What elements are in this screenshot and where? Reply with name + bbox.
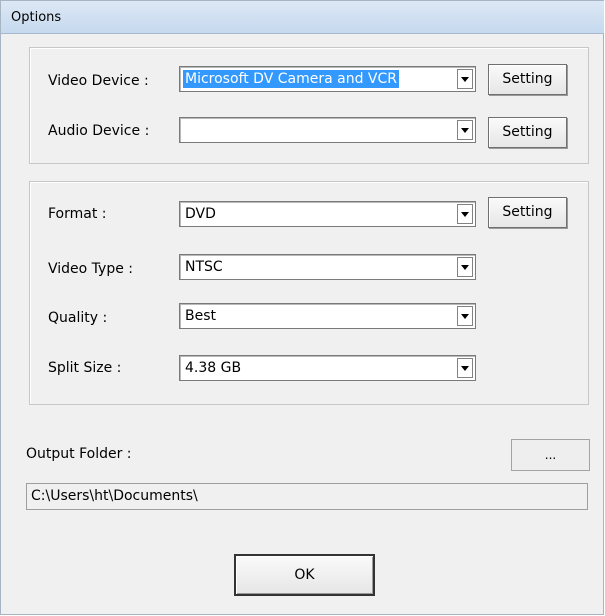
audio-device-setting-button[interactable]: Setting: [488, 117, 567, 148]
video-device-setting-label: Setting: [502, 71, 553, 87]
video-device-select[interactable]: Microsoft DV Camera and VCR: [179, 66, 476, 92]
window-title: Options: [11, 10, 62, 25]
chevron-down-icon[interactable]: [457, 120, 473, 140]
audio-device-value: [183, 121, 187, 139]
ok-button[interactable]: OK: [234, 554, 375, 596]
format-setting-button[interactable]: Setting: [488, 197, 567, 228]
chevron-down-icon[interactable]: [457, 257, 473, 277]
chevron-down-icon[interactable]: [457, 358, 473, 378]
video-device-setting-button[interactable]: Setting: [488, 64, 567, 95]
video-type-value: NTSC: [185, 259, 223, 275]
output-path-value: C:\Users\ht\Documents\: [31, 488, 198, 504]
output-folder-label: Output Folder :: [26, 446, 132, 462]
ok-label: OK: [294, 567, 315, 583]
split-size-label: Split Size :: [48, 360, 122, 376]
video-type-label: Video Type :: [48, 261, 133, 277]
quality-value: Best: [185, 308, 217, 324]
split-size-select[interactable]: 4.38 GB: [179, 355, 476, 381]
browse-folder-label: ...: [544, 448, 557, 462]
format-select[interactable]: DVD: [179, 201, 476, 227]
chevron-down-icon[interactable]: [457, 204, 473, 224]
chevron-down-icon[interactable]: [457, 306, 473, 326]
chevron-down-icon[interactable]: [457, 69, 473, 89]
video-device-label: Video Device :: [48, 73, 149, 89]
video-device-value: Microsoft DV Camera and VCR: [183, 70, 399, 88]
browse-folder-button[interactable]: ...: [511, 439, 590, 471]
format-setting-label: Setting: [502, 204, 553, 220]
video-type-select[interactable]: NTSC: [179, 254, 476, 280]
split-size-value: 4.38 GB: [185, 360, 242, 376]
quality-select[interactable]: Best: [179, 303, 476, 329]
output-path-field[interactable]: C:\Users\ht\Documents\: [26, 483, 588, 510]
audio-device-select[interactable]: [179, 117, 476, 143]
title-bar[interactable]: Options: [1, 1, 604, 34]
format-value: DVD: [185, 206, 216, 222]
format-label: Format :: [48, 206, 107, 222]
audio-device-setting-label: Setting: [502, 124, 553, 140]
quality-label: Quality :: [48, 310, 108, 326]
audio-device-label: Audio Device :: [48, 123, 150, 139]
options-dialog: Options Video Device : Microsoft DV Came…: [0, 0, 604, 615]
